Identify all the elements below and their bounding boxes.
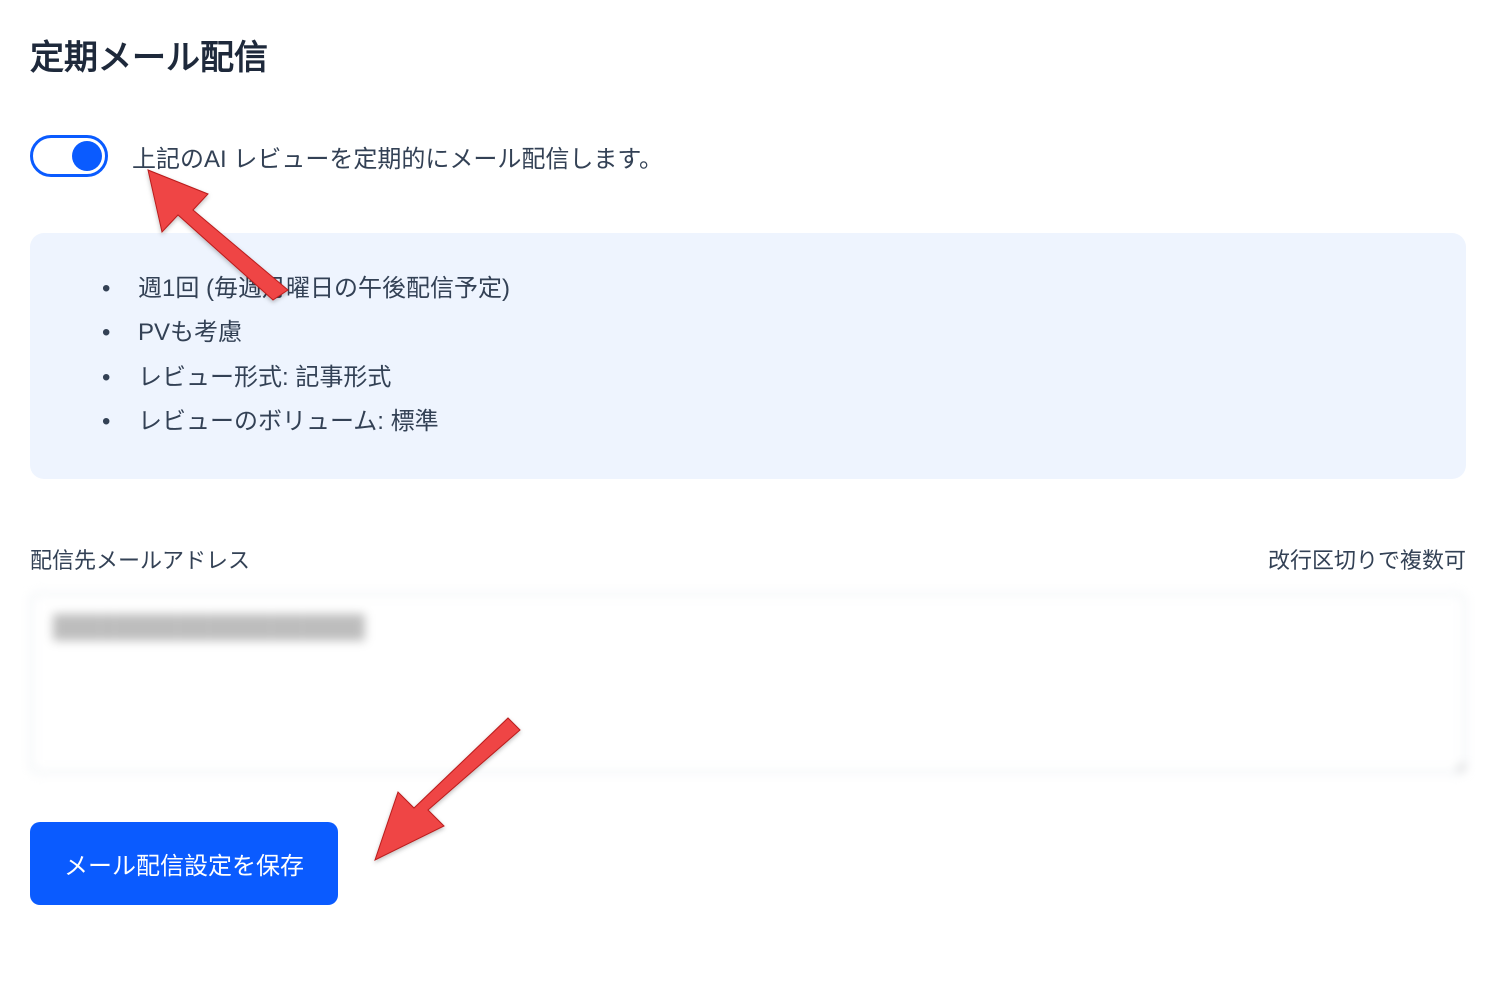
page-title: 定期メール配信 <box>30 30 1466 79</box>
email-address-textarea[interactable] <box>30 593 1466 773</box>
toggle-knob <box>72 141 102 171</box>
delivery-info-list: 週1回 (毎週月曜日の午後配信予定) PVも考慮 レビュー形式: 記事形式 レビ… <box>90 267 1426 445</box>
info-item: 週1回 (毎週月曜日の午後配信予定) <box>90 267 1426 311</box>
toggle-row: 上記のAI レビューを定期的にメール配信します。 <box>30 135 1466 177</box>
save-email-settings-button[interactable]: メール配信設定を保存 <box>30 822 338 905</box>
info-item: レビューのボリューム: 標準 <box>90 400 1426 444</box>
email-delivery-toggle[interactable] <box>30 135 108 177</box>
email-field-label: 配信先メールアドレス <box>30 543 250 575</box>
info-item: レビュー形式: 記事形式 <box>90 356 1426 400</box>
info-item: PVも考慮 <box>90 311 1426 355</box>
email-field-labels: 配信先メールアドレス 改行区切りで複数可 <box>30 543 1466 575</box>
toggle-label: 上記のAI レビューを定期的にメール配信します。 <box>132 139 663 174</box>
email-field-hint: 改行区切りで複数可 <box>1268 543 1466 575</box>
delivery-info-box: 週1回 (毎週月曜日の午後配信予定) PVも考慮 レビュー形式: 記事形式 レビ… <box>30 233 1466 479</box>
